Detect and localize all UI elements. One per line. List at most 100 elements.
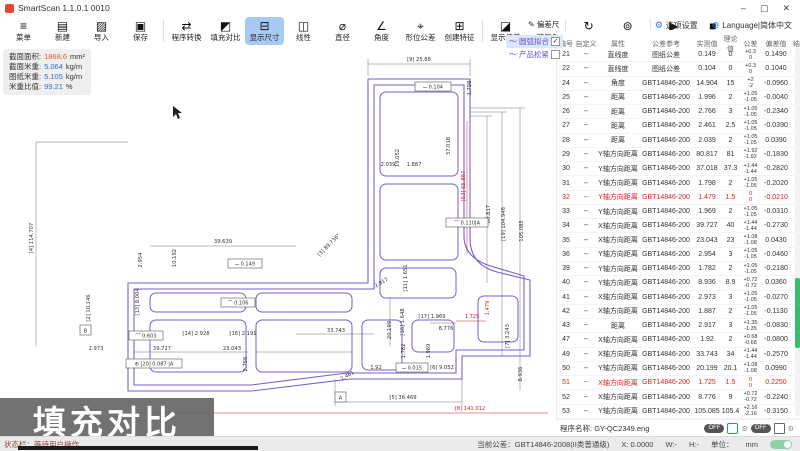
dimension-label: 1.969	[426, 344, 432, 359]
coord-x: X: 0.0000	[621, 440, 653, 449]
table-row[interactable]: 53-- Y轴方向距离GBT14846-200 105.085105.4 +2.…	[557, 405, 800, 419]
table-row[interactable]: 39-- Y轴方向距离GBT14846-200 1.7822 +1.05-1.0…	[557, 262, 800, 276]
checkbox[interactable]: ✓	[551, 37, 560, 46]
table-row[interactable]: 50-- Y轴方向距离GBT14846-200 20.19920.1 +1.08…	[557, 362, 800, 376]
close-button[interactable]: ✕	[782, 3, 790, 14]
table-row[interactable]: 22-- 直线度图纸公差 0.1040 +0.30 0.1040OK	[557, 62, 800, 76]
table-row[interactable]: 43-- 距离GBT14846-200 2.9173 +1.35-1.35 -0…	[557, 319, 800, 333]
toolbar-button-保存[interactable]: ▣保存	[121, 17, 160, 45]
column-header[interactable]: 属性	[597, 39, 639, 49]
table-scrollbar[interactable]	[795, 48, 800, 416]
report-icon[interactable]	[727, 423, 738, 434]
dimension-label: [3] 89.736°	[317, 232, 343, 258]
table-row[interactable]: 25-- 距离GBT14846-200 1.9962 +1.05-1.05 -0…	[557, 91, 800, 105]
column-header[interactable]: 公差参考	[639, 39, 693, 49]
column-header[interactable]: 偏差值	[761, 39, 791, 49]
tolerance-frame-label: ⌒ 0.603	[136, 334, 157, 340]
program-row: 程序名称: GY-QC2349.eng OFF ⚙ OFF ⚙	[556, 419, 800, 437]
创建特征-icon: ⊞	[454, 20, 464, 33]
table-row[interactable]: 40-- Y轴方向距离GBT14846-200 8.9368.9 +0.72-0…	[557, 276, 800, 290]
toolbar-button-程序转换[interactable]: ⇄程序转换	[167, 17, 206, 45]
toolbar-button-线性[interactable]: ◫线性	[284, 17, 323, 45]
table-body: 21-- 直线度图纸公差 0.1490 +0.30 0.1490OK22-- 直…	[557, 48, 800, 420]
toggle-off-1[interactable]: OFF	[704, 424, 724, 433]
dimension-label: 1.479	[485, 301, 491, 316]
table-row[interactable]: 47-- X轴方向距离GBT14846-200 1.922 +0.68-0.68…	[557, 333, 800, 347]
gear-icon[interactable]: ⚙	[741, 425, 747, 433]
dimension-label: 33.743	[327, 328, 345, 334]
导入-icon: ▨	[96, 20, 107, 33]
gear-icon[interactable]: ⚙	[788, 425, 794, 433]
taskbar-fragment	[18, 446, 258, 450]
table-row[interactable]: 41-- X轴方向距离GBT14846-200 2.9733 +1.05-1.0…	[557, 291, 800, 305]
table-row[interactable]: 33-- Y轴方向距离GBT14846-200 1.9692 +1.05-1.0…	[557, 205, 800, 219]
toggle-off-2[interactable]: OFF	[751, 424, 771, 433]
checkbox[interactable]	[551, 50, 560, 59]
app-icon	[5, 4, 14, 13]
minimize-button[interactable]: –	[741, 3, 746, 14]
dimension-label: 20.199	[387, 321, 393, 339]
dimension-label: [16] 1.648	[400, 308, 406, 335]
table-row[interactable]: 30-- Y轴方向距离GBT14846-200 37.01837.3 +1.44…	[557, 162, 800, 176]
table-row[interactable]: 26-- 距离GBT14846-200 2.7663 +1.05-1.05 -0…	[557, 105, 800, 119]
toolbar-button-创建特征[interactable]: ⊞创建特征	[440, 17, 479, 45]
新建-icon: ▤	[57, 20, 68, 33]
tolerance-frame-label: ⏤ 0.149	[235, 262, 255, 268]
scrollbar-thumb[interactable]	[795, 278, 800, 348]
dimension-label: [53] 65.897	[461, 171, 467, 201]
filter-圆弧拟合[interactable]: 〜圆弧拟合✓	[506, 35, 563, 48]
显示偏差-icon: ◪	[500, 20, 511, 33]
table-row[interactable]: 42-- X轴方向距离GBT14846-200 1.8872 +1.05-1.0…	[557, 305, 800, 319]
table-row[interactable]: 21-- 直线度图纸公差 0.1490 +0.30 0.1490OK	[557, 48, 800, 62]
dimension-label: [17] 1.969	[418, 314, 445, 320]
toolbar-button-直径[interactable]: ⌀直径	[323, 17, 362, 45]
maximize-button[interactable]: ▢	[760, 3, 769, 14]
toolbar-button-偏差尺[interactable]: ✎偏差尺	[528, 19, 559, 30]
table-row[interactable]: 27-- 距离GBT14846-200 2.4612.5 +1.05-1.05 …	[557, 119, 800, 133]
角度-icon: ∠	[376, 20, 387, 33]
dimension-label: [16] 2.191	[229, 331, 256, 337]
profile-cell	[478, 296, 518, 342]
frame-icon[interactable]	[774, 423, 785, 434]
dimension-label: [6] 9.052	[430, 365, 454, 371]
toolbar-button-填充对比[interactable]: ◩填充对比	[206, 17, 245, 45]
unit-toggle[interactable]	[770, 440, 792, 449]
toolbar-button-形位公差[interactable]: ⌖形位公差	[401, 17, 440, 45]
table-row[interactable]: 32-- Y轴方向距离GBT14846-200 1.4791.5 00 -0.0…	[557, 191, 800, 205]
table-row[interactable]: 36-- Y轴方向距离GBT14846-200 2.9543 +1.05-1.0…	[557, 248, 800, 262]
tolerance-frame-label: B	[84, 329, 88, 335]
table-row[interactable]: 29-- Y轴方向距离GBT14846-200 80.81781 +1.92-1…	[557, 148, 800, 162]
形位公差-icon: ⌖	[417, 20, 424, 33]
table-row[interactable]: 35-- X轴方向距离GBT14846-200 23.04323 +1.08-1…	[557, 233, 800, 247]
column-header[interactable]: 公差	[740, 39, 761, 49]
section-info-panel: 截面面积:1868.6mm²截面米重:5.064kg/m图纸米重:5.105kg…	[3, 49, 91, 95]
column-header[interactable]: 自定义	[575, 39, 597, 49]
table-row[interactable]: 52-- X轴方向距离GBT14846-200 8.7769 +0.72-0.7…	[557, 390, 800, 404]
toolbar-separator	[482, 20, 483, 42]
drawing-canvas[interactable]: [9] 25.881.79819.0522.0391.88737.018[53]…	[0, 46, 556, 418]
tolerance-frame-label: ⏤ 0.104	[423, 85, 443, 91]
column-header[interactable]: 实测值	[693, 39, 721, 49]
dimension-label: 105.085	[519, 220, 525, 241]
filter-产品松紧[interactable]: 〜产品松紧	[506, 48, 563, 61]
toolbar-button-新建[interactable]: ▤新建	[43, 17, 82, 45]
保存-icon: ▣	[135, 20, 146, 33]
profile-cell	[362, 320, 402, 370]
dimension-label: 23.043	[223, 346, 241, 352]
table-row[interactable]: 49-- X轴方向距离GBT14846-200 33.74334 +1.44-1…	[557, 348, 800, 362]
current-tolerance: 当前公差：GBT14846-2008(II类普通级)	[477, 439, 609, 450]
table-row[interactable]: 28-- 距离GBT14846-200 2.0392 +1.05-1.05 0.…	[557, 134, 800, 148]
toolbar-button-显示尺寸[interactable]: ⊟显示尺寸	[245, 17, 284, 45]
table-row[interactable]: 34-- X轴方向距离GBT14846-200 39.72740 +1.44-1…	[557, 219, 800, 233]
toolbar-separator	[163, 20, 164, 42]
curve-icon: 〜	[509, 36, 517, 47]
profile-cell	[380, 268, 456, 298]
toolbar-button-角度[interactable]: ∠角度	[362, 17, 401, 45]
dimension-label: 19.052	[395, 149, 401, 167]
table-row[interactable]: 24-- 角度GBT14846-200 14.90415 +2-2 -0.096…	[557, 77, 800, 91]
table-row[interactable]: 51-- X轴方向距离GBT14846-200 1.7251.5 00 0.22…	[557, 376, 800, 390]
table-row[interactable]: 31-- Y轴方向距离GBT14846-200 1.7982 +1.05-1.0…	[557, 176, 800, 190]
toolbar-button-菜单[interactable]: ≡菜单	[4, 17, 43, 45]
toolbar-button-导入[interactable]: ▨导入	[82, 17, 121, 45]
填充对比-icon: ◩	[220, 20, 231, 33]
